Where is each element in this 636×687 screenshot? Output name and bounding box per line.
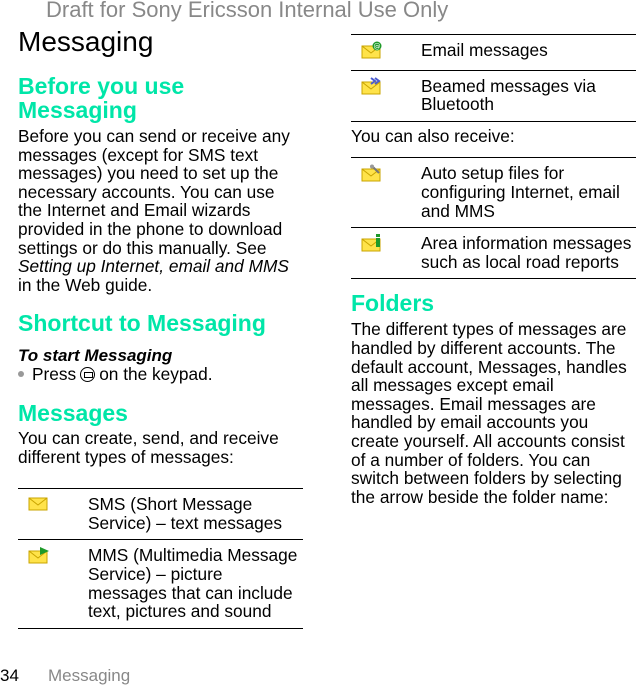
- folders-text: The different types of messages are hand…: [351, 319, 627, 507]
- left-column: Before you use Messaging Before you can …: [18, 74, 303, 629]
- messages-text: You can create, send, and receive differ…: [18, 427, 279, 467]
- auto-setup-description: Auto setup files for configuring Interne…: [421, 157, 636, 228]
- messaging-key-icon: [80, 367, 96, 383]
- email-description: Email messages: [421, 34, 636, 71]
- sms-envelope-icon: [28, 497, 48, 511]
- area-info-description: Area information messages such as local …: [421, 227, 636, 280]
- table-row: SMS (Short Message Service) – text messa…: [18, 488, 303, 540]
- auto-setup-envelope-icon: [361, 164, 381, 182]
- table-row: @ Email messages: [351, 34, 636, 71]
- message-types-table: SMS (Short Message Service) – text messa…: [18, 488, 303, 629]
- message-types-table-continued: @ Email messages Beamed messages via Blu…: [351, 34, 636, 122]
- right-column: @ Email messages Beamed messages via Blu…: [351, 34, 636, 506]
- page-number: 34: [0, 666, 19, 685]
- mms-envelope-icon: [28, 547, 49, 564]
- messages-heading: Messages: [18, 399, 128, 426]
- receive-types-table: Auto setup files for configuring Interne…: [351, 157, 636, 280]
- svg-text:@: @: [374, 43, 381, 51]
- area-info-envelope-icon: [361, 234, 381, 252]
- table-row: MMS (Multimedia Message Service) – pictu…: [18, 539, 303, 629]
- shortcut-step: Press on the keypad.: [18, 365, 303, 384]
- bluetooth-description: Beamed messages via Bluetooth: [421, 69, 636, 122]
- draft-watermark: Draft for Sony Ericsson Internal Use Onl…: [46, 0, 449, 22]
- bullet-icon: [18, 371, 24, 378]
- before-heading: Before you use Messaging: [18, 73, 185, 123]
- web-guide-reference: Setting up Internet, email and MMS: [18, 256, 289, 277]
- email-envelope-icon: @: [361, 41, 382, 59]
- table-row: Auto setup files for configuring Interne…: [351, 157, 636, 228]
- table-row: Area information messages such as local …: [351, 227, 636, 280]
- folders-heading: Folders: [351, 290, 435, 317]
- bluetooth-envelope-icon: [361, 76, 381, 95]
- shortcut-heading: Shortcut to Messaging: [18, 310, 266, 337]
- page-title: Messaging: [18, 26, 154, 57]
- shortcut-subheading: To start Messaging: [18, 346, 173, 366]
- before-text: Before you can send or receive any messa…: [18, 126, 290, 295]
- table-row: Beamed messages via Bluetooth: [351, 69, 636, 122]
- also-receive-text: You can also receive:: [351, 125, 515, 146]
- mms-description: MMS (Multimedia Message Service) – pictu…: [88, 539, 303, 629]
- footer-section: Messaging: [48, 666, 131, 685]
- sms-description: SMS (Short Message Service) – text messa…: [88, 488, 303, 540]
